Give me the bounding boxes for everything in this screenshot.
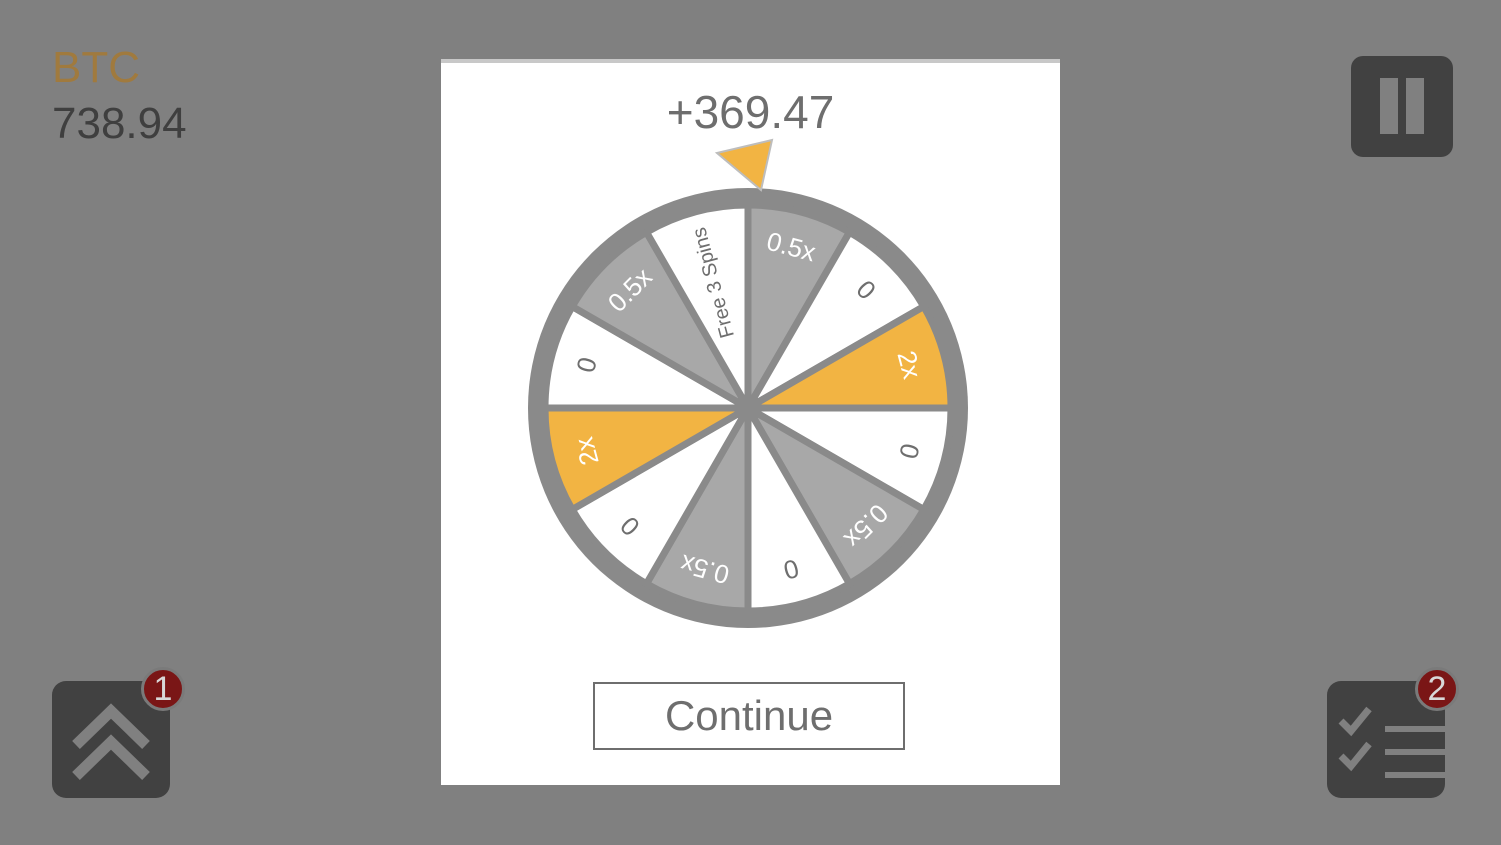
tasks-button[interactable]: 2 xyxy=(1327,667,1459,798)
prize-wheel: 0.5x02x00.5x00.5x02x00.5x Free 3 Spins xyxy=(528,138,968,628)
wheel-pointer-icon xyxy=(714,138,774,192)
upgrade-button[interactable]: 1 xyxy=(52,667,185,798)
wheel-reward-dialog: +369.47 0.5x 0 2x 0 0.5x 0 0.5x 0 2x 0 0.5x Free 3 … xyxy=(441,59,1060,785)
continue-button[interactable]: Continue xyxy=(593,682,905,750)
currency-amount: 738.94 xyxy=(52,99,187,148)
wheel-hub xyxy=(734,394,762,422)
currency-display: BTC 738.94 xyxy=(52,46,187,146)
upgrade-badge: 1 xyxy=(141,667,185,711)
pause-button[interactable] xyxy=(1351,56,1453,157)
tasks-badge: 2 xyxy=(1415,667,1459,711)
currency-name: BTC xyxy=(52,43,140,92)
